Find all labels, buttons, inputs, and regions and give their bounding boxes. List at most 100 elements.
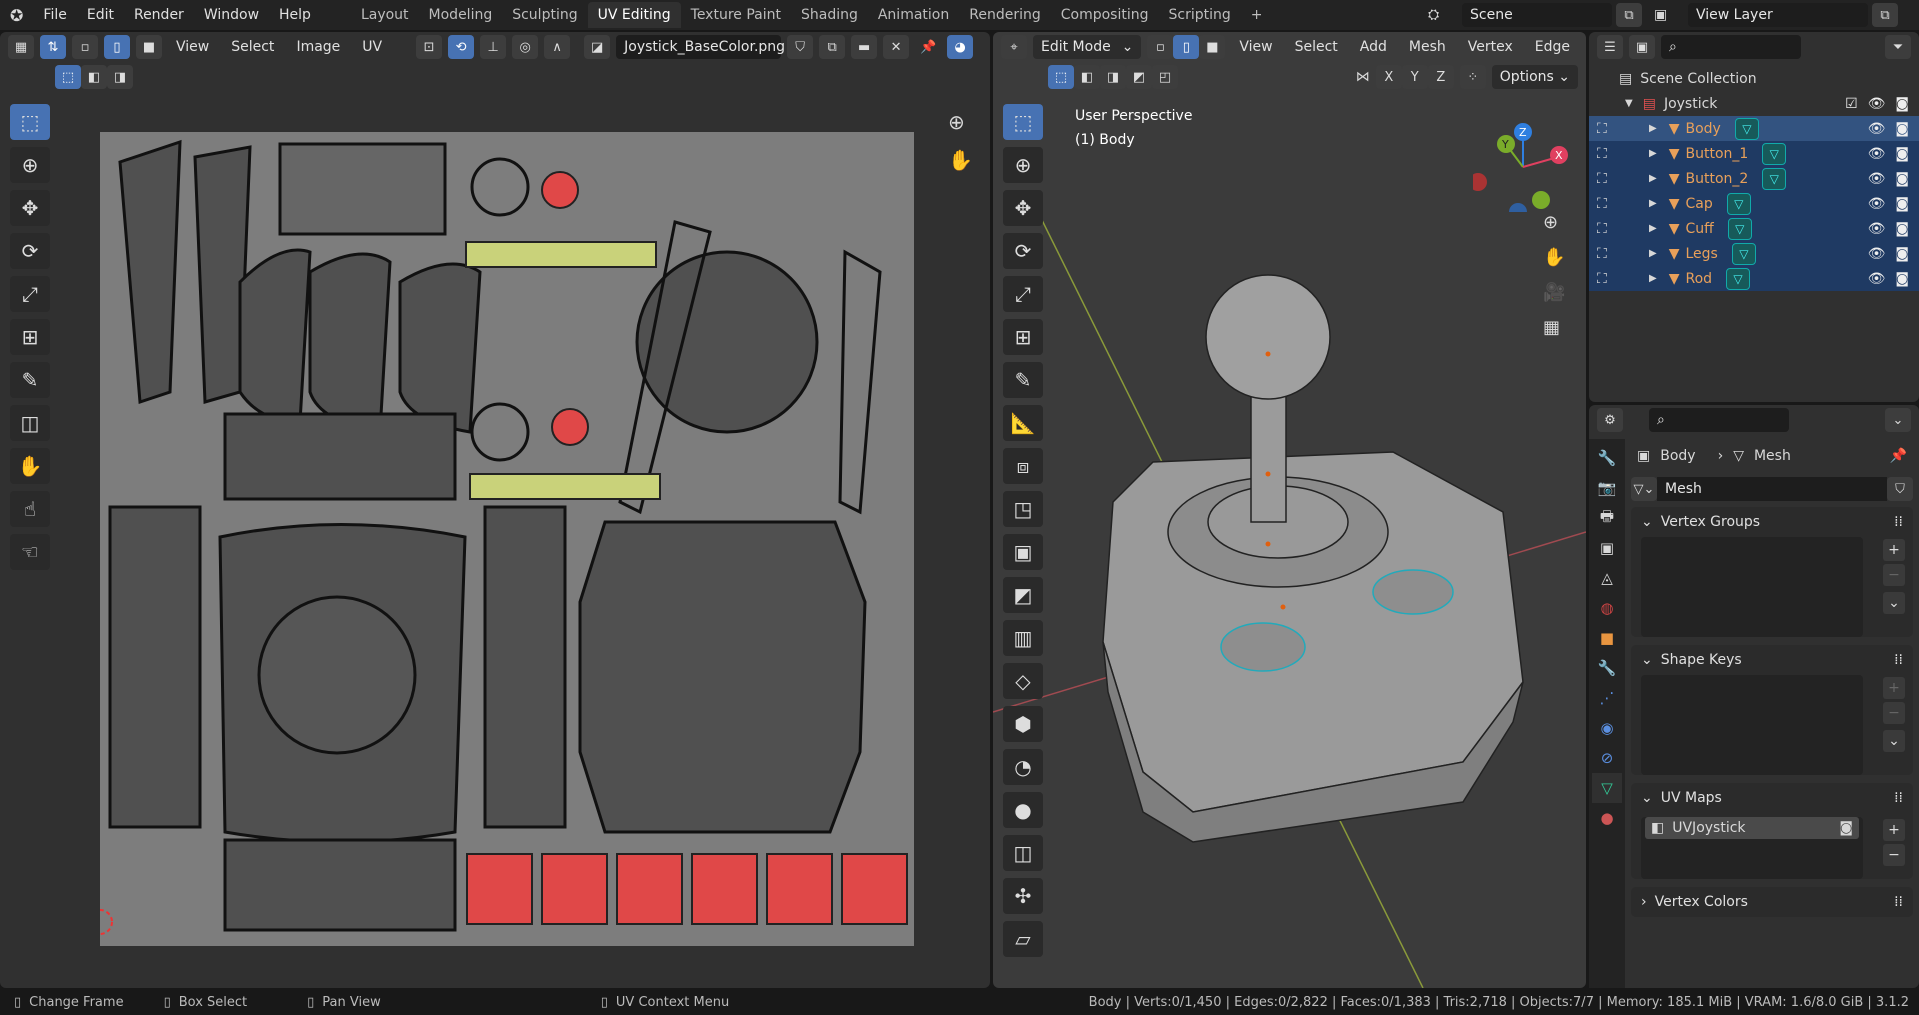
shear-tool-icon[interactable]: ▱ bbox=[1003, 921, 1043, 957]
expand-right-icon[interactable]: ▶ bbox=[1649, 173, 1657, 184]
eye-icon[interactable]: 👁 bbox=[1868, 96, 1886, 112]
camera-icon[interactable]: ◙ bbox=[1895, 121, 1909, 137]
camera-icon[interactable]: ◙ bbox=[1895, 146, 1909, 162]
specials-menu-button[interactable]: ⌄ bbox=[1883, 730, 1905, 752]
uv-map-item[interactable]: ◧ UVJoystick ◙ bbox=[1645, 817, 1859, 839]
select-invert-icon[interactable]: ◩ bbox=[1126, 65, 1152, 89]
relax-tool-icon[interactable]: ☝ bbox=[10, 491, 50, 527]
pan-icon[interactable]: ✋ bbox=[1543, 247, 1565, 268]
select-box-tool-icon[interactable]: ⬚ bbox=[10, 104, 50, 140]
tab-modeling[interactable]: Modeling bbox=[419, 2, 503, 28]
tab-scripting[interactable]: Scripting bbox=[1159, 2, 1241, 28]
edge-select-icon[interactable]: ▯ bbox=[1173, 35, 1200, 59]
cursor-tool-icon[interactable]: ⊕ bbox=[1003, 147, 1043, 183]
scene-tab-icon[interactable]: ◬ bbox=[1592, 563, 1622, 593]
face-select-icon[interactable]: ■ bbox=[136, 35, 162, 59]
uv-canvas[interactable] bbox=[100, 132, 914, 946]
rotate-tool-icon[interactable]: ⟳ bbox=[1003, 233, 1043, 269]
snap-target-icon[interactable]: ⊥ bbox=[480, 35, 507, 59]
scale-tool-icon[interactable]: ⤢ bbox=[10, 276, 50, 312]
expand-right-icon[interactable]: ▶ bbox=[1649, 223, 1657, 234]
mesh-name-field[interactable]: Mesh bbox=[1657, 477, 1887, 501]
proportional-edit-icon[interactable]: ◎ bbox=[512, 35, 539, 59]
edit-mode-toggle-icon[interactable]: ⛶ bbox=[1597, 121, 1637, 137]
edit-mode-toggle-icon[interactable]: ⛶ bbox=[1597, 246, 1637, 262]
drag-handle-icon[interactable]: ⁞⁞ bbox=[1894, 790, 1903, 806]
eye-icon[interactable]: 👁 bbox=[1868, 221, 1886, 237]
view-layer-tab-icon[interactable]: ▣ bbox=[1592, 533, 1622, 563]
scene-collection-row[interactable]: ▤ Scene Collection bbox=[1589, 66, 1919, 91]
add-workspace-button[interactable]: + bbox=[1241, 2, 1273, 28]
select-subtract-icon[interactable]: ◨ bbox=[1100, 65, 1126, 89]
remove-button[interactable]: − bbox=[1883, 844, 1905, 866]
shape-keys-list[interactable]: + − ⌄ bbox=[1641, 675, 1905, 775]
collection-row[interactable]: ▼ ▤ Joystick ☑ 👁 ◙ bbox=[1589, 91, 1919, 116]
material-tab-icon[interactable]: ● bbox=[1592, 803, 1622, 833]
mesh-data-icon[interactable]: ▽ bbox=[1731, 242, 1756, 265]
drag-handle-icon[interactable]: ⁞⁞ bbox=[1894, 514, 1903, 530]
vp-menu-select[interactable]: Select bbox=[1287, 39, 1346, 55]
view-layer-selector[interactable]: View Layer bbox=[1688, 3, 1868, 27]
move-tool-icon[interactable]: ✥ bbox=[10, 190, 50, 226]
mesh-data-icon[interactable]: ▽ bbox=[1734, 117, 1759, 140]
outliner-search-input[interactable]: ⌕ bbox=[1661, 35, 1801, 59]
expand-right-icon[interactable]: ▶ bbox=[1649, 273, 1657, 284]
loop-cut-tool-icon[interactable]: ▥ bbox=[1003, 620, 1043, 656]
filter-view-icon[interactable]: ▣ bbox=[1629, 35, 1655, 59]
rotate-tool-icon[interactable]: ⟳ bbox=[10, 233, 50, 269]
open-image-icon[interactable]: ▬ bbox=[851, 35, 878, 59]
eye-icon[interactable]: 👁 bbox=[1868, 171, 1886, 187]
eye-icon[interactable]: 👁 bbox=[1868, 246, 1886, 262]
shape-keys-header[interactable]: ⌄ Shape Keys ⁞⁞ bbox=[1631, 645, 1913, 675]
constraints-tab-icon[interactable]: ⊘ bbox=[1592, 743, 1622, 773]
scale-tool-icon[interactable]: ⤢ bbox=[1003, 276, 1043, 312]
move-tool-icon[interactable]: ✥ bbox=[1003, 190, 1043, 226]
tab-layout[interactable]: Layout bbox=[351, 2, 419, 28]
mesh-data-icon[interactable]: ▽ bbox=[1762, 167, 1787, 190]
tool-tab-icon[interactable]: 🔧 bbox=[1592, 443, 1622, 473]
render-tab-icon[interactable]: 📷 bbox=[1592, 473, 1622, 503]
scene-icon[interactable]: ⛭ bbox=[1428, 7, 1458, 23]
eye-icon[interactable]: 👁 bbox=[1868, 271, 1886, 287]
physics-tab-icon[interactable]: ◉ bbox=[1592, 713, 1622, 743]
select-extend-icon[interactable]: ◧ bbox=[81, 65, 107, 89]
mirror-y-button[interactable]: Y bbox=[1401, 65, 1428, 89]
pivot-icon[interactable]: ⊡ bbox=[416, 35, 443, 59]
eye-icon[interactable]: 👁 bbox=[1868, 196, 1886, 212]
mesh-browse-icon[interactable]: ▽⌄ bbox=[1631, 477, 1657, 501]
image-name-field[interactable]: Joystick_BaseColor.png bbox=[616, 35, 785, 59]
menu-edit[interactable]: Edit bbox=[77, 7, 124, 23]
menu-help[interactable]: Help bbox=[269, 7, 321, 23]
extrude-tool-icon[interactable]: ◳ bbox=[1003, 491, 1043, 527]
camera-icon[interactable]: ◙ bbox=[1895, 246, 1909, 262]
particles-tab-icon[interactable]: ⋰ bbox=[1592, 683, 1622, 713]
options-chevron-icon[interactable]: ⌄ bbox=[1885, 408, 1911, 432]
edit-mode-toggle-icon[interactable]: ⛶ bbox=[1597, 196, 1637, 212]
shrink-fatten-tool-icon[interactable]: ✣ bbox=[1003, 878, 1043, 914]
mirror-z-button[interactable]: Z bbox=[1427, 65, 1454, 89]
world-tab-icon[interactable]: ◍ bbox=[1592, 593, 1622, 623]
edge-slide-tool-icon[interactable]: ◫ bbox=[1003, 835, 1043, 871]
bevel-tool-icon[interactable]: ◩ bbox=[1003, 577, 1043, 613]
navigation-gizmo[interactable]: Z Y X bbox=[1473, 112, 1573, 212]
transform-tool-icon[interactable]: ⊞ bbox=[10, 319, 50, 355]
properties-search-input[interactable]: ⌕ bbox=[1649, 408, 1789, 432]
tab-compositing[interactable]: Compositing bbox=[1051, 2, 1159, 28]
tab-texture-paint[interactable]: Texture Paint bbox=[681, 2, 791, 28]
expand-right-icon[interactable]: ▶ bbox=[1649, 198, 1657, 209]
perspective-toggle-icon[interactable]: ▦ bbox=[1543, 317, 1565, 338]
auto-merge-icon[interactable]: ⁘ bbox=[1459, 65, 1486, 89]
cursor-tool-icon[interactable]: ⊕ bbox=[10, 147, 50, 183]
menu-render[interactable]: Render bbox=[124, 7, 194, 23]
outliner-object-row[interactable]: ⛶ ▶ ▼ Legs ▽ 👁 ◙ bbox=[1589, 241, 1919, 266]
eye-icon[interactable]: 👁 bbox=[1868, 121, 1886, 137]
zoom-icon[interactable]: ⊕ bbox=[948, 110, 965, 134]
menu-window[interactable]: Window bbox=[194, 7, 269, 23]
fake-user-icon[interactable]: ⛉ bbox=[1887, 477, 1913, 501]
pan-icon[interactable]: ✋ bbox=[948, 148, 973, 172]
edit-mode-toggle-icon[interactable]: ⛶ bbox=[1597, 146, 1637, 162]
object-tab-icon[interactable]: ■ bbox=[1592, 623, 1622, 653]
transform-tool-icon[interactable]: ⊞ bbox=[1003, 319, 1043, 355]
menu-file[interactable]: File bbox=[33, 7, 76, 23]
vertex-groups-header[interactable]: ⌄ Vertex Groups ⁞⁞ bbox=[1631, 507, 1913, 537]
